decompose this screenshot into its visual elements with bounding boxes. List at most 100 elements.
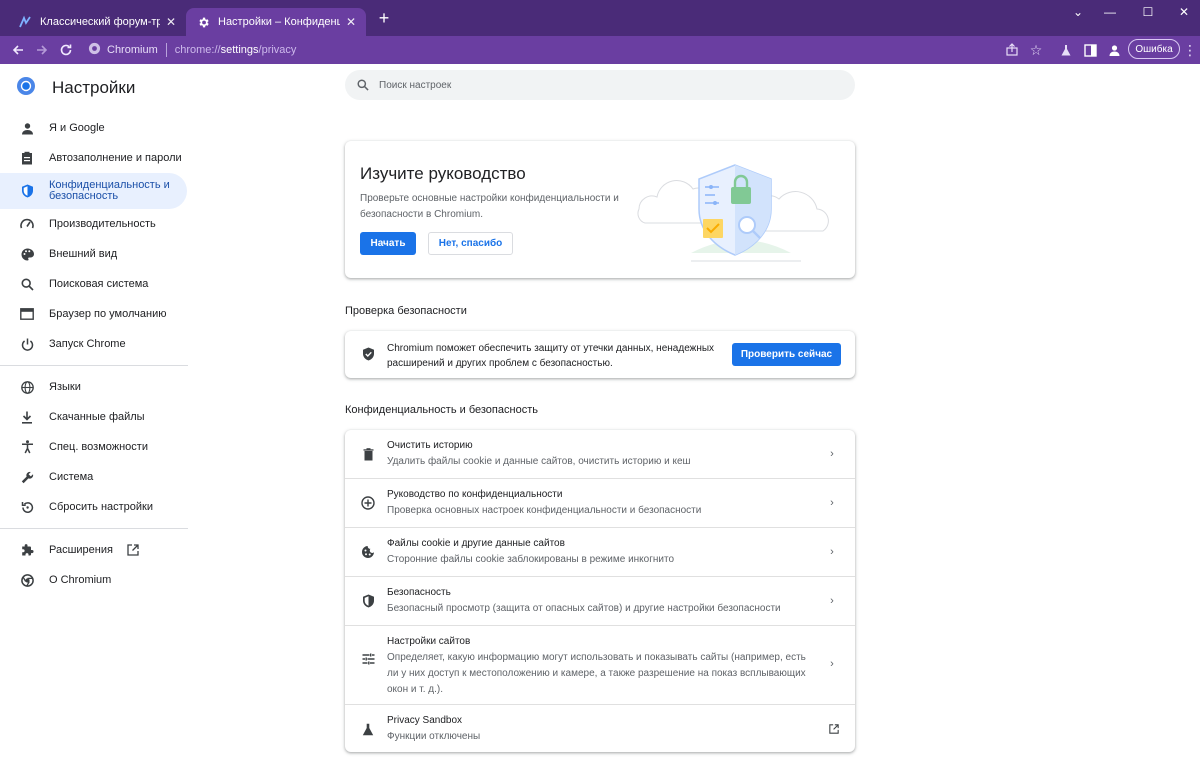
row-site-settings[interactable]: Настройки сайтов Определяет, какую инфор… xyxy=(345,625,855,704)
side-panel-icon[interactable] xyxy=(1080,40,1100,60)
start-guide-button[interactable]: Начать xyxy=(360,232,416,255)
row-security[interactable]: Безопасность Безопасный просмотр (защита… xyxy=(345,576,855,625)
sidebar-item-label: Внешний вид xyxy=(49,248,118,260)
sidebar-item-search-engine[interactable]: Поисковая система xyxy=(0,269,190,299)
person-icon xyxy=(20,121,34,135)
privacy-guide-illustration xyxy=(631,157,831,267)
site-info[interactable]: Chromium xyxy=(82,42,158,58)
open-in-new-icon[interactable] xyxy=(829,724,839,734)
chevron-right-icon: › xyxy=(830,595,834,607)
divider xyxy=(165,43,167,57)
tab-settings[interactable]: Настройки – Конфиденциальнс ✕ xyxy=(186,8,366,36)
check-now-button[interactable]: Проверить сейчас xyxy=(732,343,841,366)
reset-icon xyxy=(20,500,34,514)
sidebar-item-privacy[interactable]: Конфиденциальность и безопасность xyxy=(0,173,187,209)
decline-guide-button[interactable]: Нет, спасибо xyxy=(428,232,513,255)
gear-icon xyxy=(196,15,210,29)
safety-check-heading: Проверка безопасности xyxy=(345,305,467,317)
guide-title: Изучите руководство xyxy=(360,164,526,183)
sidebar-item-label: Расширения xyxy=(49,544,113,556)
safety-check-card: Chromium поможет обеспечить защиту от ут… xyxy=(345,331,855,378)
close-window-button[interactable]: ✕ xyxy=(1166,0,1200,24)
bookmark-star-icon[interactable]: ☆ xyxy=(1026,40,1046,60)
row-title: Безопасность xyxy=(387,587,451,598)
sidebar-item-label: Сбросить настройки xyxy=(49,501,154,513)
row-title: Очистить историю xyxy=(387,440,473,451)
sidebar-nav: Я и Google Автозаполнение и пароли Конфи… xyxy=(0,113,190,595)
browser-toolbar: Chromium chrome://settings/privacy ☆ Оши… xyxy=(0,36,1200,64)
title-bar: Классический форум-трекер а ✕ Настройки … xyxy=(0,0,1200,36)
row-privacy-guide[interactable]: Руководство по конфиденциальности Провер… xyxy=(345,478,855,527)
sidebar-item-label: Поисковая система xyxy=(49,278,149,290)
sidebar-divider xyxy=(0,365,188,366)
sidebar-item-label: Система xyxy=(49,471,94,483)
error-button[interactable]: Ошибка xyxy=(1128,39,1180,59)
download-icon xyxy=(20,410,34,424)
tab-close-icon[interactable]: ✕ xyxy=(166,15,176,29)
row-subtitle: Удалить файлы cookie и данные сайтов, оч… xyxy=(387,456,691,467)
new-tab-button[interactable]: + xyxy=(374,9,394,29)
trash-icon xyxy=(360,446,376,462)
row-title: Настройки сайтов xyxy=(387,636,471,647)
sidebar-item-label: Конфиденциальность и безопасность xyxy=(49,179,170,202)
sidebar-item-you-and-google[interactable]: Я и Google xyxy=(0,113,190,143)
settings-header: Настройки xyxy=(16,76,135,99)
tab-close-icon[interactable]: ✕ xyxy=(346,15,356,29)
globe-icon xyxy=(20,380,34,394)
privacy-settings-card: Очистить историю Удалить файлы cookie и … xyxy=(345,430,855,752)
add-circle-icon xyxy=(360,495,376,511)
sidebar-item-system[interactable]: Система xyxy=(0,462,190,492)
share-icon[interactable] xyxy=(1002,40,1022,60)
row-cookies[interactable]: Файлы cookie и другие данные сайтов Стор… xyxy=(345,527,855,576)
sidebar-item-label: Языки xyxy=(49,381,81,393)
sidebar-item-reset[interactable]: Сбросить настройки xyxy=(0,492,190,522)
minimize-button[interactable]: — xyxy=(1092,0,1128,24)
row-privacy-sandbox[interactable]: Privacy Sandbox Функции отключены xyxy=(345,704,855,752)
sidebar-item-label: Спец. возможности xyxy=(49,441,148,453)
chevron-right-icon: › xyxy=(830,658,834,670)
reload-button[interactable] xyxy=(56,40,76,60)
menu-kebab-icon[interactable]: ⋮ xyxy=(1180,40,1200,60)
sidebar-item-label: Автозаполнение и пароли xyxy=(49,152,182,164)
row-subtitle: Безопасный просмотр (защита от опасных с… xyxy=(387,603,781,614)
sidebar-item-languages[interactable]: Языки xyxy=(0,372,190,402)
lab-flask-icon[interactable] xyxy=(1056,40,1076,60)
privacy-section-heading: Конфиденциальность и безопасность xyxy=(345,404,538,416)
sidebar-item-autofill[interactable]: Автозаполнение и пароли xyxy=(0,143,190,173)
power-icon xyxy=(20,337,34,351)
tab-title: Классический форум-трекер а xyxy=(40,16,160,28)
sidebar-item-accessibility[interactable]: Спец. возможности xyxy=(0,432,190,462)
search-icon xyxy=(20,277,34,291)
open-in-new-icon xyxy=(127,544,139,556)
sidebar-item-downloads[interactable]: Скачанные файлы xyxy=(0,402,190,432)
sidebar-item-on-startup[interactable]: Запуск Chrome xyxy=(0,329,190,359)
forward-button[interactable] xyxy=(32,40,52,60)
row-clear-browsing-data[interactable]: Очистить историю Удалить файлы cookie и … xyxy=(345,430,855,478)
sidebar-item-extensions[interactable]: Расширения xyxy=(0,535,190,565)
row-title: Файлы cookie и другие данные сайтов xyxy=(387,538,565,549)
sidebar-item-label: О Chromium xyxy=(49,574,112,586)
sidebar-item-label: Запуск Chrome xyxy=(49,338,126,350)
sidebar-divider xyxy=(0,528,188,529)
sidebar-item-performance[interactable]: Производительность xyxy=(0,209,190,239)
chevron-right-icon: › xyxy=(830,497,834,509)
site-name: Chromium xyxy=(107,44,158,56)
profile-icon[interactable] xyxy=(1104,40,1124,60)
row-subtitle: Сторонние файлы cookie заблокированы в р… xyxy=(387,554,675,565)
search-placeholder: Поиск настроек xyxy=(379,79,452,91)
back-button[interactable] xyxy=(8,40,28,60)
tab-title: Настройки – Конфиденциальнс xyxy=(218,16,340,28)
url-text: chrome://settings/privacy xyxy=(174,44,297,56)
address-bar[interactable]: Chromium chrome://settings/privacy xyxy=(82,38,1052,62)
search-icon xyxy=(357,78,371,92)
privacy-guide-promo-card: Изучите руководство Проверьте основные н… xyxy=(345,141,855,278)
safety-check-description: Chromium поможет обеспечить защиту от ут… xyxy=(387,343,715,369)
settings-search-input[interactable]: Поиск настроек xyxy=(345,70,855,100)
sidebar-item-about[interactable]: О Chromium xyxy=(0,565,190,595)
tab-forum[interactable]: Классический форум-трекер а ✕ xyxy=(8,8,186,36)
tab-search-chevron-icon[interactable]: ⌄ xyxy=(1060,0,1096,24)
page-title: Настройки xyxy=(52,77,136,97)
sidebar-item-appearance[interactable]: Внешний вид xyxy=(0,239,190,269)
sidebar-item-default-browser[interactable]: Браузер по умолчанию xyxy=(0,299,190,329)
maximize-button[interactable]: ☐ xyxy=(1130,0,1166,24)
